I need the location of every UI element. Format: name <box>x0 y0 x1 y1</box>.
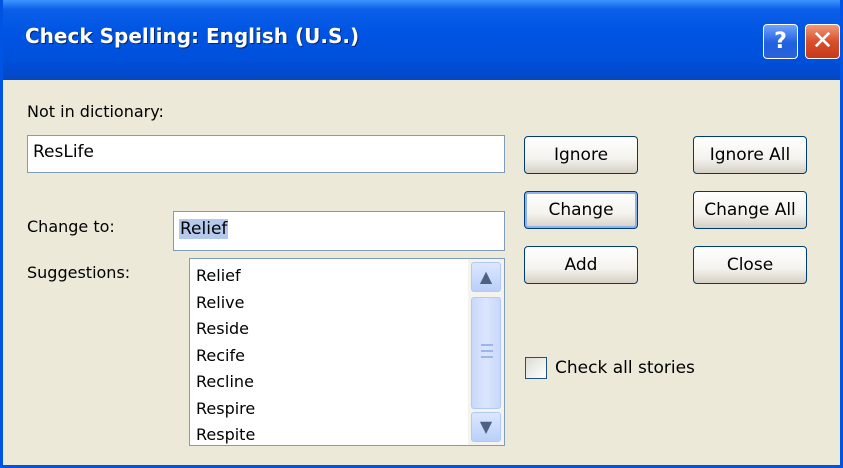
suggestion-item[interactable]: Recife <box>190 343 504 370</box>
close-icon: ✕ <box>811 26 834 56</box>
suggestion-item[interactable]: Respire <box>190 396 504 423</box>
suggestions-label: Suggestions: <box>27 263 131 282</box>
check-all-stories-checkbox[interactable] <box>525 357 547 379</box>
change-to-value: Relief <box>179 219 229 239</box>
suggestion-item[interactable]: Respite <box>190 422 504 445</box>
change-all-button[interactable]: Change All <box>693 191 807 229</box>
ignore-button[interactable]: Ignore <box>524 136 638 174</box>
title-bar[interactable]: Check Spelling: English (U.S.) ? ✕ <box>3 0 840 80</box>
change-to-input[interactable]: Relief <box>173 211 505 251</box>
spelling-dialog: Check Spelling: English (U.S.) ? ✕ Not i… <box>0 0 843 468</box>
add-button[interactable]: Add <box>524 246 638 284</box>
thumb-grip-line <box>481 344 493 346</box>
dialog-title: Check Spelling: English (U.S.) <box>25 24 360 48</box>
ignore-all-button[interactable]: Ignore All <box>693 136 807 174</box>
suggestion-item[interactable]: Reside <box>190 316 504 343</box>
suggestion-item[interactable]: Recline <box>190 369 504 396</box>
help-button[interactable]: ? <box>763 24 798 59</box>
help-icon: ? <box>774 29 787 54</box>
scroll-up-arrow-icon: ▲ <box>479 267 493 286</box>
change-to-label: Change to: <box>27 217 115 236</box>
suggestions-list[interactable]: Relief Relive Reside Recife Recline Resp… <box>189 258 505 446</box>
not-in-dictionary-field[interactable]: ResLife <box>27 135 505 173</box>
suggestion-item[interactable]: Relive <box>190 290 504 317</box>
not-in-dictionary-label: Not in dictionary: <box>27 102 164 121</box>
close-button[interactable]: Close <box>693 246 807 284</box>
scroll-up-button[interactable]: ▲ <box>471 262 501 292</box>
suggestions-scrollbar[interactable]: ▲ ▼ <box>468 259 504 445</box>
close-window-button[interactable]: ✕ <box>805 24 840 59</box>
change-button[interactable]: Change <box>524 191 638 229</box>
thumb-grip-line <box>481 356 493 358</box>
suggestion-item[interactable]: Relief <box>190 263 504 290</box>
scroll-down-button[interactable]: ▼ <box>471 412 501 442</box>
check-all-stories-label[interactable]: Check all stories <box>555 358 695 378</box>
thumb-grip-line <box>481 350 493 352</box>
scroll-thumb[interactable] <box>471 297 501 409</box>
scroll-down-arrow-icon: ▼ <box>479 417 493 436</box>
